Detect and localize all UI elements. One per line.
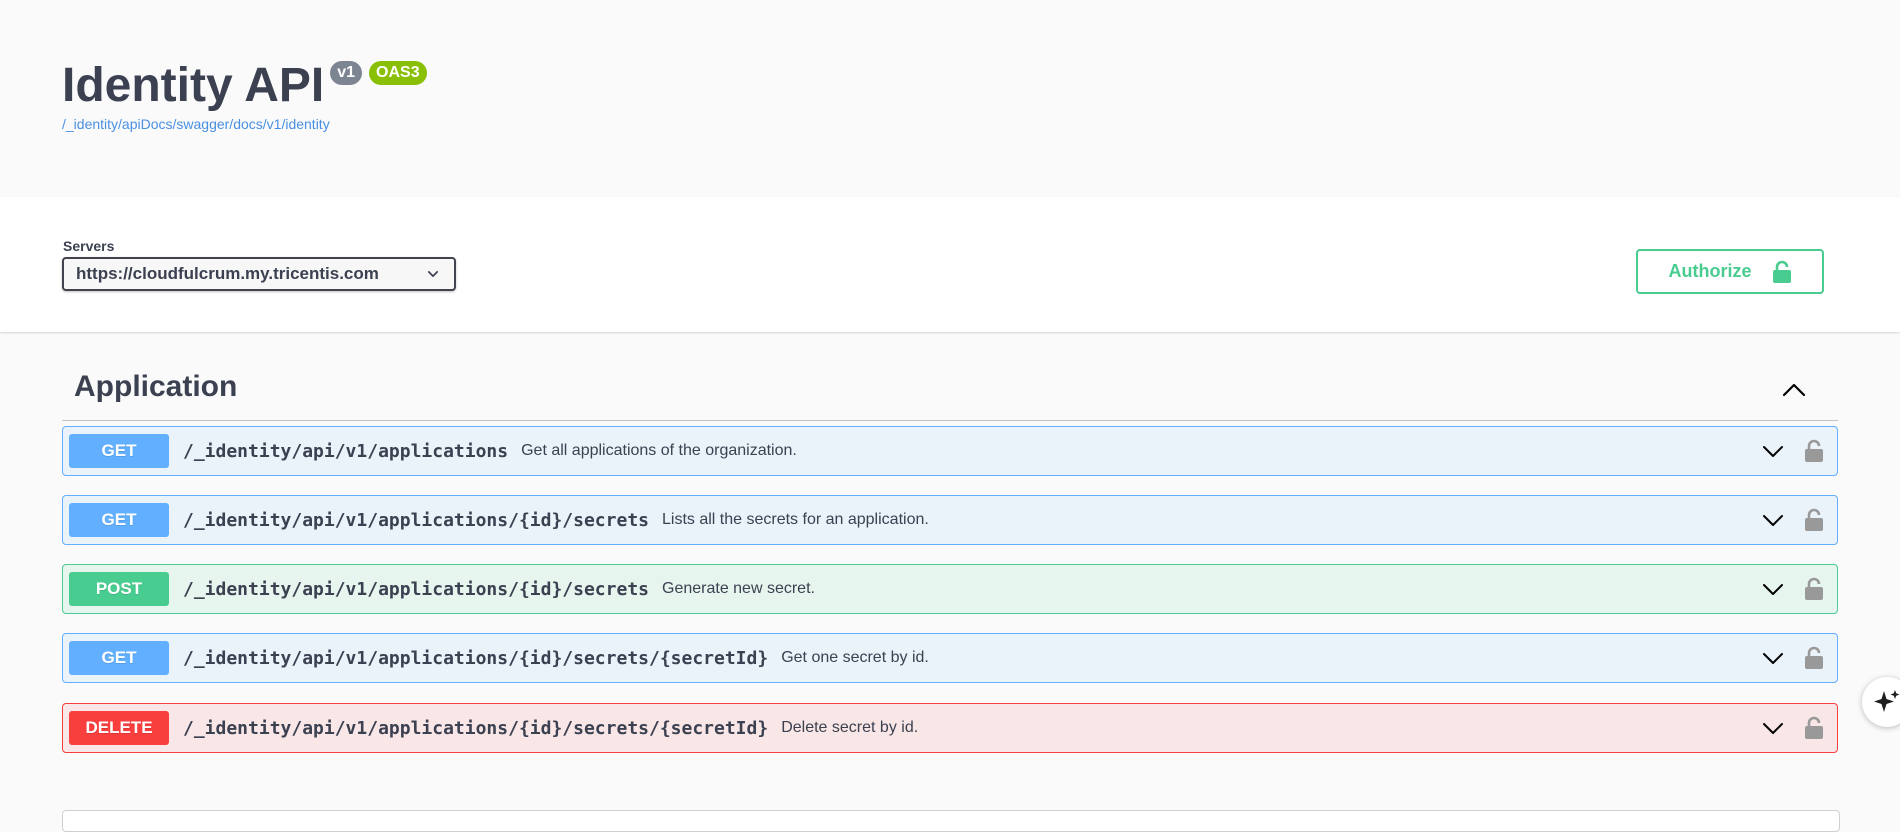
chevron-down-icon[interactable]: [1761, 577, 1785, 601]
operation-path: /_identity/api/v1/applications/{id}/secr…: [183, 717, 769, 739]
lock-open-icon[interactable]: [1803, 716, 1825, 740]
lock-open-icon[interactable]: [1803, 508, 1825, 532]
operation-controls: [1761, 427, 1825, 475]
version-badge: v1: [330, 61, 363, 85]
page-title: Identity API: [62, 59, 325, 112]
assistant-fab-button[interactable]: [1862, 677, 1900, 727]
operation-row[interactable]: DELETE /_identity/api/v1/applications/{i…: [62, 703, 1838, 753]
method-badge: GET: [69, 641, 169, 675]
operation-summary: Lists all the secrets for an application…: [662, 511, 929, 528]
spec-url-link[interactable]: /_identity/apiDocs/swagger/docs/v1/ident…: [62, 116, 330, 132]
tag-section-header[interactable]: Application: [62, 360, 1838, 421]
authorize-button[interactable]: Authorize: [1636, 249, 1824, 294]
operation-row[interactable]: GET /_identity/api/v1/applications Get a…: [62, 426, 1838, 476]
operation-path: /_identity/api/v1/applications/{id}/secr…: [183, 578, 649, 600]
method-badge: DELETE: [69, 711, 169, 745]
chevron-down-icon[interactable]: [1761, 646, 1785, 670]
operation-controls: [1761, 496, 1825, 544]
chevron-up-icon[interactable]: [1780, 376, 1808, 404]
operation-summary: Get one secret by id.: [781, 649, 929, 666]
chevron-down-icon: [427, 271, 439, 277]
sparkles-icon: [1874, 690, 1900, 712]
lock-open-icon[interactable]: [1803, 577, 1825, 601]
chevron-down-icon[interactable]: [1761, 508, 1785, 532]
operation-path: /_identity/api/v1/applications/{id}/secr…: [183, 647, 769, 669]
chevron-down-icon[interactable]: [1761, 716, 1785, 740]
scheme-container: Servers https://cloudfulcrum.my.tricenti…: [0, 197, 1900, 332]
method-badge: GET: [69, 434, 169, 468]
method-badge: GET: [69, 503, 169, 537]
method-badge: POST: [69, 572, 169, 606]
next-tag-section: [62, 810, 1840, 832]
title-row: Identity API v1 OAS3: [62, 58, 427, 114]
chevron-down-icon[interactable]: [1761, 439, 1785, 463]
tag-title: Application: [74, 370, 238, 403]
operation-summary: Generate new secret.: [662, 580, 815, 597]
operation-row[interactable]: GET /_identity/api/v1/applications/{id}/…: [62, 495, 1838, 545]
server-select[interactable]: https://cloudfulcrum.my.tricentis.com: [62, 257, 456, 291]
operation-path: /_identity/api/v1/applications/{id}/secr…: [183, 509, 649, 531]
operation-controls: [1761, 565, 1825, 613]
operation-controls: [1761, 634, 1825, 682]
server-select-value: https://cloudfulcrum.my.tricentis.com: [76, 264, 379, 283]
lock-open-icon[interactable]: [1803, 646, 1825, 670]
operation-path: /_identity/api/v1/applications: [183, 440, 509, 462]
servers-label: Servers: [63, 238, 115, 254]
operation-summary: Delete secret by id.: [781, 719, 919, 736]
authorize-label: Authorize: [1668, 261, 1752, 281]
oas-badge: OAS3: [369, 61, 427, 85]
operation-summary: Get all applications of the organization…: [521, 442, 797, 459]
operation-row[interactable]: GET /_identity/api/v1/applications/{id}/…: [62, 633, 1838, 683]
info-section: Identity API v1 OAS3 /_identity/apiDocs/…: [0, 0, 1900, 197]
lock-open-icon[interactable]: [1803, 439, 1825, 463]
operation-controls: [1761, 704, 1825, 752]
lock-open-icon: [1772, 260, 1791, 283]
operation-row[interactable]: POST /_identity/api/v1/applications/{id}…: [62, 564, 1838, 614]
